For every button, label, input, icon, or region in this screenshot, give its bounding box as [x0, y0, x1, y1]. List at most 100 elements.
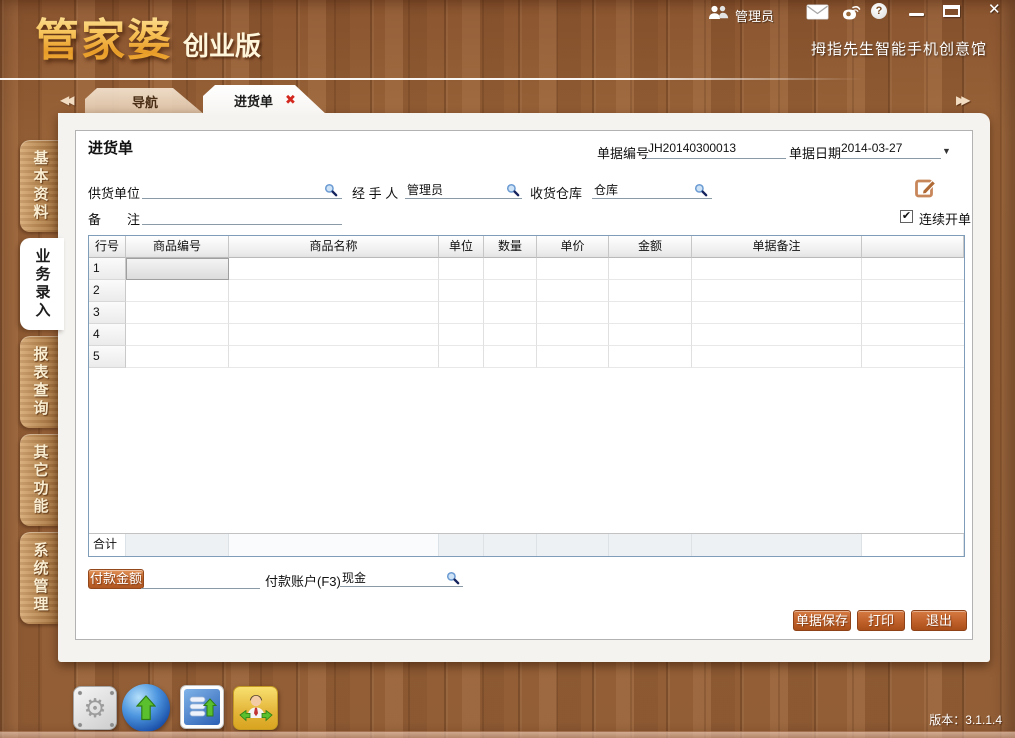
close-icon[interactable]: ✕ [988, 0, 1001, 18]
edit-icon[interactable] [914, 176, 938, 203]
sidebar-item-system-management[interactable]: 系统管理 [20, 532, 60, 624]
supplier-input[interactable] [142, 181, 342, 199]
cell-product-name[interactable] [229, 324, 439, 346]
cell-amount[interactable] [609, 302, 692, 324]
table-row: 4 [89, 324, 964, 346]
cell-product-name[interactable] [229, 346, 439, 368]
cell-qty[interactable] [484, 258, 537, 280]
grid-empty-area [89, 368, 964, 533]
cell-amount[interactable] [609, 324, 692, 346]
cell-amount[interactable] [609, 258, 692, 280]
cell-unit[interactable] [439, 302, 484, 324]
total-unit [439, 534, 484, 556]
cell-doc-remark[interactable] [692, 280, 862, 302]
remark-label: 备 注 [88, 209, 140, 228]
bottom-edge-strip [0, 731, 1015, 738]
save-button[interactable]: 单据保存 [793, 610, 851, 631]
cell-qty[interactable] [484, 346, 537, 368]
cell-unit[interactable] [439, 346, 484, 368]
payment-amount-button[interactable]: 付款金额 [88, 569, 144, 589]
cell-price[interactable] [537, 280, 609, 302]
cell-product-code-selected[interactable] [126, 258, 229, 280]
tab-navigation[interactable]: 导航 [85, 88, 205, 115]
cell-price[interactable] [537, 324, 609, 346]
payment-amount-input[interactable] [141, 571, 260, 589]
cell-product-code[interactable] [126, 346, 229, 368]
row-number: 4 [89, 324, 126, 346]
cell-product-code[interactable] [126, 324, 229, 346]
table-row: 1 [89, 258, 964, 280]
cell-price[interactable] [537, 258, 609, 280]
col-header-line-no: 行号 [89, 236, 126, 258]
continuous-label: 连续开单 [919, 209, 971, 228]
cell-unit[interactable] [439, 324, 484, 346]
date-dropdown-icon[interactable]: ▼ [942, 146, 951, 156]
grid-total-row: 合计 [89, 533, 964, 556]
continuous-checkbox[interactable]: ✔ [900, 210, 913, 223]
warehouse-label: 收货仓库 [530, 183, 582, 202]
col-header-unit: 单位 [439, 236, 484, 258]
user-name-label: 管理员 [735, 6, 774, 25]
cell-product-code[interactable] [126, 302, 229, 324]
sidebar-item-report-query[interactable]: 报表查询 [20, 336, 60, 428]
tab-scroll-left-icon[interactable]: ◀◀ [60, 93, 70, 107]
user-switch-dock-icon[interactable] [233, 686, 278, 730]
cell-price[interactable] [537, 346, 609, 368]
print-button[interactable]: 打印 [857, 610, 905, 631]
warehouse-search-icon[interactable] [694, 183, 708, 197]
sidebar-item-business-entry[interactable]: 业务录入 [20, 238, 64, 330]
cell-unit[interactable] [439, 280, 484, 302]
payment-account-search-icon[interactable] [446, 571, 460, 585]
tab-purchase-order[interactable]: 进货单 ✖ [203, 85, 327, 115]
cell-doc-remark[interactable] [692, 324, 862, 346]
data-backup-dock-icon[interactable] [180, 685, 224, 729]
cell-doc-remark[interactable] [692, 346, 862, 368]
doc-no-label: 单据编号 [597, 143, 649, 162]
doc-no-field[interactable]: JH20140300013 [646, 141, 786, 159]
cell-filler [862, 302, 964, 324]
cell-product-name[interactable] [229, 302, 439, 324]
minimize-icon[interactable] [909, 13, 924, 16]
tab-close-icon[interactable]: ✖ [285, 92, 296, 108]
sidebar-item-other-functions[interactable]: 其它功能 [20, 434, 60, 526]
app-logo: 管家婆 创业版 [35, 4, 261, 68]
exit-button[interactable]: 退出 [911, 610, 967, 631]
doc-date-field[interactable]: 2014-03-27 [839, 141, 941, 159]
doc-date-label: 单据日期 [789, 143, 841, 162]
col-header-product-code: 商品编号 [126, 236, 229, 258]
sidebar-item-basic-data[interactable]: 基本资料 [20, 140, 60, 232]
settings-dock-icon[interactable]: ⚙ [73, 686, 117, 730]
help-icon[interactable]: ? [871, 3, 887, 19]
cell-price[interactable] [537, 302, 609, 324]
supplier-search-icon[interactable] [324, 183, 338, 197]
handler-search-icon[interactable] [506, 183, 520, 197]
payment-account-field[interactable]: 现金 [340, 569, 463, 587]
cell-amount[interactable] [609, 280, 692, 302]
cell-qty[interactable] [484, 324, 537, 346]
cell-amount[interactable] [609, 346, 692, 368]
mail-icon[interactable] [806, 4, 829, 25]
online-upgrade-dock-icon[interactable] [122, 684, 170, 732]
remark-input[interactable] [142, 207, 342, 225]
cell-qty[interactable] [484, 280, 537, 302]
row-number: 1 [89, 258, 126, 280]
row-number: 2 [89, 280, 126, 302]
col-header-qty: 数量 [484, 236, 537, 258]
tab-scroll-right-icon[interactable]: ▶▶ [956, 93, 966, 107]
cell-doc-remark[interactable] [692, 258, 862, 280]
user-icon [708, 5, 730, 25]
weibo-icon[interactable] [840, 4, 861, 26]
cell-qty[interactable] [484, 302, 537, 324]
cell-product-code[interactable] [126, 280, 229, 302]
cell-product-name[interactable] [229, 258, 439, 280]
maximize-icon[interactable] [943, 5, 960, 17]
handler-field[interactable]: 管理员 [405, 181, 522, 199]
total-amount [609, 534, 692, 556]
cell-product-name[interactable] [229, 280, 439, 302]
tab-purchase-order-label: 进货单 [234, 91, 273, 110]
cell-doc-remark[interactable] [692, 302, 862, 324]
content-panel: 进货单 单据编号 JH20140300013 单据日期 2014-03-27 ▼… [58, 113, 990, 662]
current-user[interactable]: 管理员 [708, 5, 774, 25]
header-divider [0, 78, 1015, 80]
cell-unit[interactable] [439, 258, 484, 280]
